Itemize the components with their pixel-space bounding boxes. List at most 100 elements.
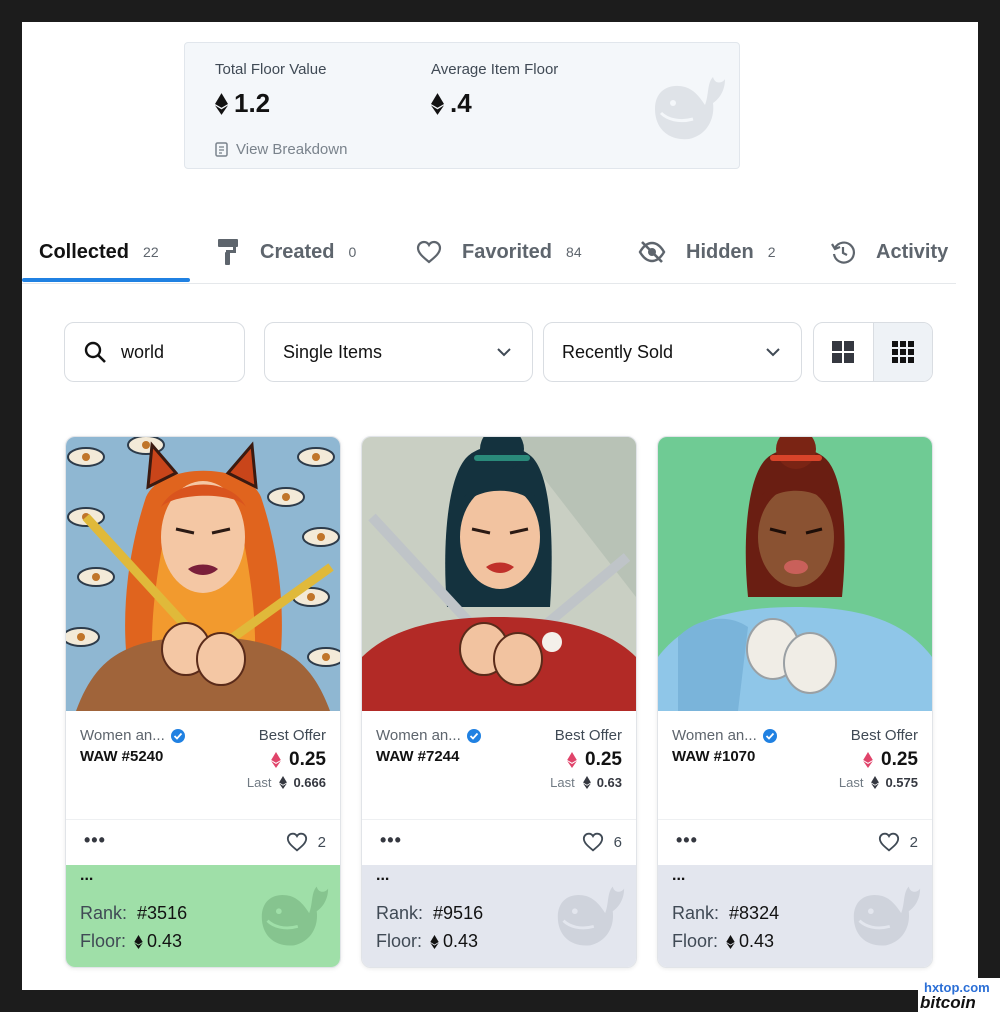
floor-value: 0.43: [739, 931, 775, 951]
search-value: world: [121, 341, 165, 362]
rarity-panel: ... Rank: #8324 Floor: 0.43: [658, 865, 932, 967]
tab-count: 84: [566, 244, 582, 260]
floor-row: Floor: 0.43: [80, 931, 182, 952]
favorite-button[interactable]: 2: [878, 832, 918, 852]
grid-size-toggle: [813, 322, 933, 382]
rank-value: #8324: [729, 903, 780, 923]
rank-row: Rank: #3516: [80, 903, 187, 924]
total-floor-stat: Total Floor Value 1.2: [215, 61, 326, 119]
collection-name[interactable]: Women an...: [672, 727, 777, 744]
collection-name[interactable]: Women an...: [80, 727, 185, 744]
rank-value: #3516: [137, 903, 188, 923]
view-breakdown-label: View Breakdown: [236, 141, 348, 158]
nft-info: Women an... WAW #5240 Best Offer 0.25 La…: [66, 711, 340, 819]
large-grid-button[interactable]: [814, 323, 873, 381]
verified-badge-icon: [762, 728, 777, 743]
item-type-select[interactable]: Single Items: [264, 322, 533, 382]
nft-artwork[interactable]: [66, 437, 340, 711]
nft-info: Women an... WAW #1070 Best Offer 0.25 La…: [658, 711, 932, 819]
best-offer-value: 0.25: [271, 749, 326, 771]
heart-icon: [286, 832, 307, 852]
eye-slash-icon: [638, 240, 666, 264]
more-options-icon[interactable]: •••: [84, 830, 106, 851]
chevron-down-icon: [497, 348, 511, 357]
tab-collected[interactable]: Collected 22: [39, 238, 159, 266]
paint-roller-icon: [218, 239, 240, 265]
more-options-icon[interactable]: ...: [672, 867, 685, 885]
rarity-panel: ... Rank: #9516 Floor: 0.43: [362, 865, 636, 967]
nft-card[interactable]: Women an... WAW #7244 Best Offer 0.25 La…: [361, 436, 637, 968]
last-label: Last: [246, 775, 272, 790]
collection-name[interactable]: Women an...: [376, 727, 481, 744]
token-name[interactable]: WAW #7244: [376, 748, 459, 765]
floor-value: 0.43: [443, 931, 479, 951]
active-tab-indicator: [22, 278, 190, 282]
floor-value-card: Total Floor Value 1.2 Average Item Floor…: [184, 42, 740, 169]
rank-row: Rank: #8324: [672, 903, 779, 924]
tab-created[interactable]: Created 0: [218, 238, 356, 266]
chevron-down-icon: [766, 348, 780, 357]
profile-page: Total Floor Value 1.2 Average Item Floor…: [22, 22, 978, 990]
whale-logo-icon: [853, 886, 921, 946]
profile-tabs: Collected 22 Created 0 Favorited 84 Hidd…: [22, 222, 956, 284]
like-count: 2: [909, 833, 918, 851]
last-label: Last: [838, 775, 864, 790]
tab-favorited[interactable]: Favorited 84: [416, 238, 582, 266]
nft-artwork[interactable]: [362, 437, 636, 711]
tab-count: 22: [143, 244, 159, 260]
card-footer: ••• 2: [66, 819, 340, 865]
collection-label: Women an...: [376, 727, 461, 744]
offer-amount: 0.25: [881, 749, 918, 770]
verified-badge-icon: [466, 728, 481, 743]
tab-label: Activity: [876, 240, 949, 263]
offer-amount: 0.25: [585, 749, 622, 770]
more-options-icon[interactable]: ...: [376, 867, 389, 885]
weth-icon: [863, 752, 873, 768]
heart-icon: [878, 832, 899, 852]
average-floor-stat: Average Item Floor .4: [431, 61, 558, 119]
more-options-icon[interactable]: ...: [80, 867, 93, 885]
offer-amount: 0.25: [289, 749, 326, 770]
more-options-icon[interactable]: •••: [380, 830, 402, 851]
sort-value: Recently Sold: [562, 341, 674, 362]
view-breakdown-link[interactable]: View Breakdown: [215, 141, 347, 158]
search-input[interactable]: world: [64, 322, 245, 382]
nft-card[interactable]: Women an... WAW #1070 Best Offer 0.25 La…: [657, 436, 933, 968]
best-offer-value: 0.25: [567, 749, 622, 771]
more-options-icon[interactable]: •••: [676, 830, 698, 851]
last-amount: 0.63: [596, 775, 622, 790]
eth-icon: [134, 934, 143, 949]
site-watermark: hxtop.com bitcoin: [918, 978, 1000, 1012]
favorite-button[interactable]: 6: [582, 832, 622, 852]
token-name[interactable]: WAW #1070: [672, 748, 755, 765]
rarity-panel: ... Rank: #3516 Floor: 0.43: [66, 865, 340, 967]
tab-activity[interactable]: Activity: [830, 238, 948, 266]
rank-label: Rank:: [80, 903, 128, 923]
average-floor-value: .4: [450, 88, 472, 118]
large-grid-icon: [832, 341, 855, 363]
tab-label: Favorited: [462, 240, 553, 263]
sort-select[interactable]: Recently Sold: [543, 322, 802, 382]
token-name[interactable]: WAW #5240: [80, 748, 163, 765]
eth-icon: [726, 934, 735, 949]
small-grid-button[interactable]: [872, 323, 932, 381]
tab-hidden[interactable]: Hidden 2: [638, 238, 776, 266]
nft-card[interactable]: Women an... WAW #5240 Best Offer 0.25 La…: [65, 436, 341, 968]
collection-label: Women an...: [80, 727, 165, 744]
whale-logo-icon: [655, 77, 725, 140]
nft-artwork[interactable]: [658, 437, 932, 711]
weth-icon: [567, 752, 577, 768]
tab-label: Collected: [39, 240, 130, 263]
favorite-button[interactable]: 2: [286, 832, 326, 852]
rank-label: Rank:: [672, 903, 720, 923]
eth-icon: [582, 776, 591, 789]
item-type-value: Single Items: [283, 341, 383, 362]
average-floor-label: Average Item Floor: [431, 61, 559, 78]
verified-badge-icon: [170, 728, 185, 743]
last-sale: Last 0.666: [247, 775, 326, 790]
tab-label: Created: [260, 240, 335, 263]
history-icon: [830, 239, 856, 265]
eth-icon: [871, 776, 880, 789]
small-grid-icon: [891, 341, 914, 363]
document-icon: [215, 141, 228, 157]
